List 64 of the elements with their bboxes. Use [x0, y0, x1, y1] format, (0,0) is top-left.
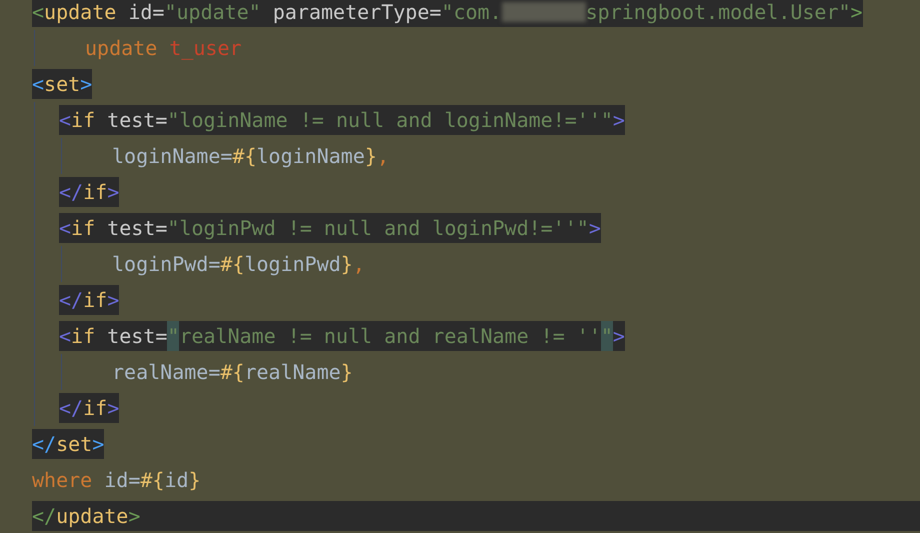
code-token: > [612, 323, 625, 350]
code-token: if [83, 287, 108, 314]
code-token: > [107, 395, 120, 422]
code-token: > [128, 503, 140, 530]
code-token: #{ [220, 251, 244, 278]
code-token: if [71, 215, 96, 242]
code-token: } [364, 143, 377, 170]
code-token: < [32, 0, 44, 26]
code-token: #{ [140, 467, 164, 494]
code-token: parameterType= [272, 0, 442, 26]
code-token: t_user [168, 35, 242, 62]
code-token: id= [127, 0, 164, 26]
code-token: realName [244, 359, 341, 386]
code-token: set [44, 71, 80, 98]
code-token: #{ [220, 359, 244, 386]
code-token: if [71, 323, 96, 350]
code-token: loginName= [112, 143, 232, 170]
code-token: , [376, 143, 389, 170]
code-token: if [71, 107, 96, 134]
code-token: > [107, 287, 120, 314]
code-token: test= [106, 215, 168, 242]
code-token: > [588, 215, 601, 242]
code-token: set [56, 431, 92, 458]
code-token: < [32, 71, 44, 98]
code-token: #{ [232, 143, 257, 170]
code-token: < [59, 107, 72, 134]
code-token: id= [103, 467, 140, 494]
code-token: "update" [164, 0, 261, 26]
code-token: loginName [256, 143, 365, 170]
code-token: realName != null and realName != '' [179, 323, 601, 350]
code-token: </ [59, 287, 84, 314]
code-token: "loginName != null and loginName!=''" [167, 107, 613, 134]
code-token: update [56, 503, 128, 530]
code-token: > [107, 179, 120, 206]
code-token: realName= [112, 359, 220, 386]
code-token: if [83, 179, 108, 206]
code-token: </ [59, 395, 84, 422]
code-token: loginPwd= [112, 251, 220, 278]
code-token: springboot.model.User" [586, 0, 851, 26]
code-token: " [167, 321, 180, 351]
code-token: " [600, 321, 613, 351]
code-token: if [83, 395, 108, 422]
code-token: update [85, 35, 158, 62]
code-token: > [80, 71, 92, 98]
code-token: } [340, 251, 353, 278]
code-token: < [59, 323, 72, 350]
code-token: > [850, 0, 863, 26]
code-token: > [612, 107, 625, 134]
code-token: id [164, 467, 189, 494]
code-token: </ [32, 431, 56, 458]
code-token: test= [106, 323, 168, 350]
code-token: loginPwd [244, 251, 341, 278]
code-token: </ [59, 179, 84, 206]
code-token: </ [32, 503, 56, 530]
code-token: < [59, 215, 72, 242]
code-token: , [352, 251, 365, 278]
code-token: update [44, 0, 116, 26]
code-token: "loginPwd != null and loginPwd!=''" [167, 215, 589, 242]
code-token: } [340, 359, 353, 386]
code-token: "com. [441, 0, 502, 26]
code-token: test= [106, 107, 168, 134]
code-token: where [32, 467, 92, 494]
code-token: } [188, 467, 201, 494]
code-token: > [92, 431, 104, 458]
